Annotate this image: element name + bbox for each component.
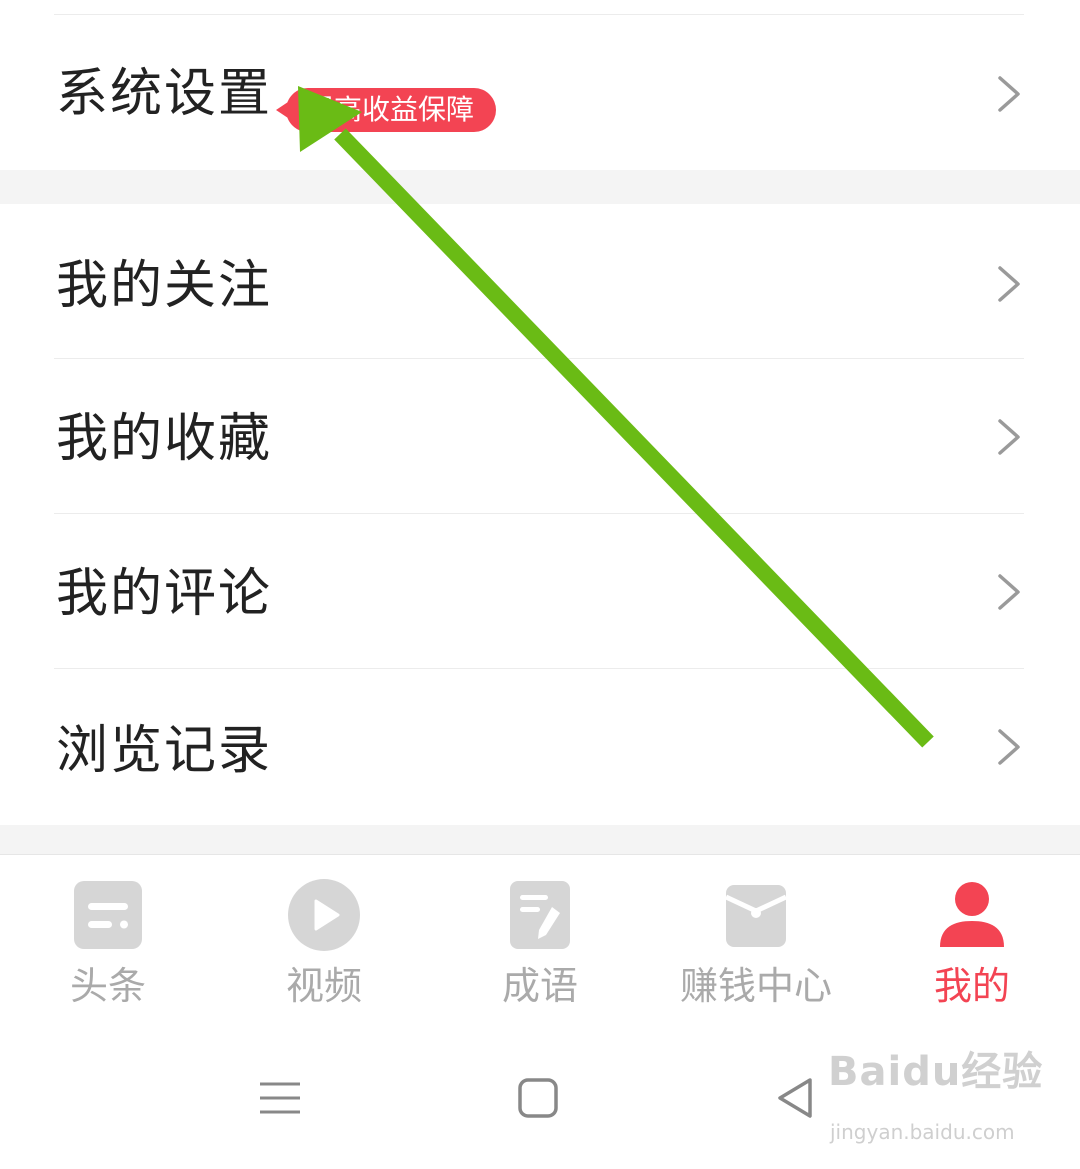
watermark-logo: Baidu经验 (828, 1049, 1044, 1095)
bottom-tab-bar: 头条 视频 成语 赚钱中心 我的 (0, 854, 1080, 1025)
menu-item-label: 我的关注 (56, 256, 273, 316)
chevron-right-icon (998, 419, 1020, 455)
menu-item-system-settings[interactable]: 系统设置 提高收益保障 (0, 16, 1080, 170)
baidu-watermark: Baidu经验 jingyan.baidu.com (828, 1052, 1058, 1152)
play-icon (288, 879, 360, 951)
home-icon[interactable] (514, 1074, 562, 1122)
menu-item-label: 我的收藏 (56, 409, 273, 469)
back-icon[interactable] (772, 1074, 820, 1122)
menu-item-history[interactable]: 浏览记录 (0, 669, 1080, 825)
menu-icon[interactable] (256, 1074, 304, 1122)
chevron-right-icon (998, 574, 1020, 610)
tab-video[interactable]: 视频 (216, 855, 432, 1025)
note-edit-icon (510, 881, 570, 949)
menu-item-comments[interactable]: 我的评论 (0, 514, 1080, 669)
menu-item-label: 系统设置 (56, 64, 273, 124)
tab-idioms[interactable]: 成语 (432, 855, 648, 1025)
person-icon (940, 882, 1004, 947)
tab-label: 赚钱中心 (679, 964, 832, 1008)
menu-item-following[interactable]: 我的关注 (0, 204, 1080, 359)
chevron-right-icon (998, 729, 1020, 765)
watermark-url: jingyan.baidu.com (830, 1120, 1015, 1144)
tab-label: 我的 (933, 964, 1010, 1008)
chevron-right-icon (998, 266, 1020, 302)
news-icon (74, 881, 142, 949)
tab-mine[interactable]: 我的 (864, 855, 1080, 1025)
top-divider (54, 14, 1024, 15)
tab-headlines[interactable]: 头条 (0, 855, 216, 1025)
tab-label: 视频 (285, 964, 362, 1008)
section-gap (0, 170, 1080, 204)
section-gap (0, 825, 1080, 854)
promo-badge: 提高收益保障 (275, 88, 497, 132)
tab-label: 成语 (501, 964, 578, 1008)
menu-item-label: 我的评论 (56, 564, 273, 624)
wallet-icon (724, 885, 788, 947)
tab-label: 头条 (69, 964, 146, 1008)
menu-item-favorites[interactable]: 我的收藏 (0, 359, 1080, 514)
menu-item-label: 浏览记录 (56, 721, 273, 781)
tab-earn-center[interactable]: 赚钱中心 (648, 855, 864, 1025)
profile-page: 系统设置 提高收益保障 我的关注 我的收藏 我的评论 浏览记录 头条 视频 成语… (0, 0, 1080, 1169)
chevron-right-icon (998, 76, 1020, 112)
